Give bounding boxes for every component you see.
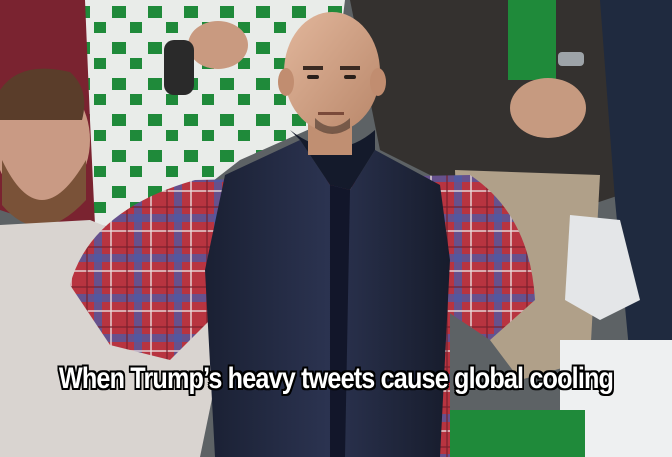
meme-image: When Trump’s heavy tweets cause global c… [0,0,672,457]
meme-caption: When Trump’s heavy tweets cause global c… [58,362,614,395]
